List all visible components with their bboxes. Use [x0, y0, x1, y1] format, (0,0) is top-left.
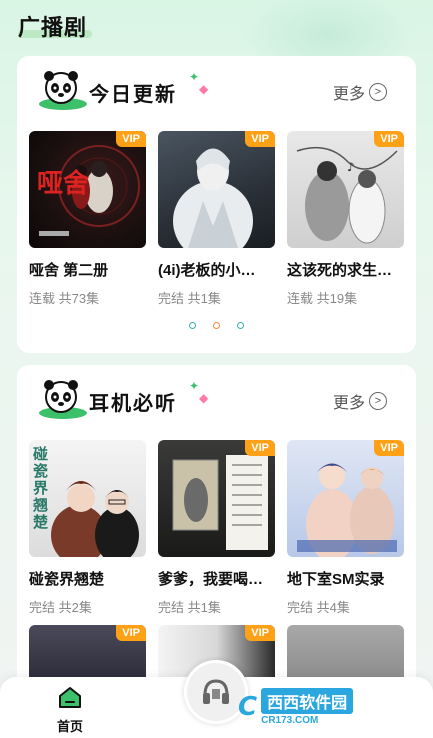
vip-badge: VIP — [116, 625, 146, 641]
vip-badge: VIP — [374, 131, 404, 147]
carousel-indicator — [17, 322, 416, 329]
star-icon: ✦ — [189, 70, 200, 84]
vip-badge: VIP — [245, 625, 275, 641]
chevron-right-icon: > — [369, 392, 387, 410]
drama-item[interactable]: ♪ VIP 这该死的求生… 连载 共19集 — [287, 131, 404, 307]
section-header: 今日更新 ✦ ◆ 更多 > — [37, 68, 397, 112]
drama-title: 地下室SM实录 — [287, 571, 385, 588]
carousel-dot-active[interactable] — [213, 322, 220, 329]
drama-item[interactable]: 碰瓷界翘楚 碰瓷界翘楚 完结 共2集 — [29, 440, 146, 616]
watermark-url: CR173.COM — [261, 715, 319, 726]
drama-item[interactable]: VIP 爹爹，我要喝… 完结 共1集 — [158, 440, 275, 616]
section-title: 耳机必听 — [89, 393, 177, 415]
drama-title: 这该死的求生… — [287, 262, 393, 279]
panda-icon — [39, 71, 87, 110]
star-icon: ◆ — [199, 391, 209, 405]
watermark-main: 西西软件园 — [261, 688, 354, 714]
section-today-updates: 今日更新 ✦ ◆ 更多 > 哑舍 VIP 哑舍 第二册 连载 共73集 VIP … — [17, 56, 416, 353]
drama-title: 爹爹，我要喝… — [158, 571, 264, 588]
vip-badge: VIP — [116, 131, 146, 147]
drama-item[interactable] — [287, 625, 404, 685]
drama-item[interactable]: VIP — [29, 625, 146, 685]
drama-grid: 哑舍 VIP 哑舍 第二册 连载 共73集 VIP (4i)老板的小… 完结 共… — [29, 131, 404, 307]
drama-status: 连载 共19集 — [287, 291, 358, 306]
cover-art — [297, 463, 397, 557]
more-label: 更多 — [332, 395, 365, 412]
vip-badge: VIP — [374, 440, 404, 456]
drama-cover[interactable]: VIP — [29, 625, 146, 685]
drama-grid: 碰瓷界翘楚 碰瓷界翘楚 完结 共2集 VIP 爹爹，我要喝… 完结 共1集 VI… — [29, 440, 404, 616]
drama-status: 连载 共73集 — [29, 291, 100, 306]
drama-item[interactable]: VIP (4i)老板的小… 完结 共1集 — [158, 131, 275, 307]
drama-status: 完结 共1集 — [158, 291, 221, 306]
page-title: 广播剧 — [18, 15, 88, 40]
drama-cover[interactable]: 哑舍 VIP — [29, 131, 146, 248]
more-button[interactable]: 更多 > — [333, 80, 387, 104]
drama-title: (4i)老板的小… — [158, 262, 256, 279]
cover-title: 哑舍 — [37, 168, 90, 198]
chevron-right-icon: > — [369, 83, 387, 101]
section-header: 耳机必听 ✦ ◆ 更多 > — [37, 377, 397, 421]
star-icon: ◆ — [199, 82, 209, 96]
star-icon: ✦ — [189, 379, 200, 393]
drama-cover[interactable]: VIP — [158, 131, 275, 248]
drama-cover[interactable]: ♪ VIP — [287, 131, 404, 248]
drama-item[interactable]: VIP 地下室SM实录 完结 共4集 — [287, 440, 404, 616]
drama-cover[interactable]: 碰瓷界翘楚 — [29, 440, 146, 557]
cover-title: 碰瓷界翘楚 — [33, 446, 49, 531]
drama-status: 完结 共2集 — [29, 600, 92, 615]
cover-art — [173, 148, 253, 248]
drama-title: 哑舍 第二册 — [29, 262, 109, 279]
drama-status: 完结 共4集 — [287, 600, 350, 615]
cover-art — [172, 455, 268, 550]
drama-status: 完结 共1集 — [158, 600, 221, 615]
drama-cover[interactable]: VIP — [287, 440, 404, 557]
nav-home-label: 首页 — [56, 719, 83, 734]
drama-item[interactable]: 哑舍 VIP 哑舍 第二册 连载 共73集 — [29, 131, 146, 307]
more-button[interactable]: 更多 > — [333, 389, 387, 413]
section-title: 今日更新 — [89, 84, 177, 106]
carousel-dot[interactable] — [189, 322, 196, 329]
home-icon — [59, 687, 81, 708]
headphones-icon — [203, 679, 229, 704]
vip-badge: VIP — [245, 440, 275, 456]
watermark-text: 西西软件园 CR173.COM — [261, 688, 354, 726]
drama-cover[interactable] — [287, 625, 404, 685]
nav-home[interactable]: 首页 — [50, 685, 90, 735]
svg-text:♪: ♪ — [347, 160, 355, 174]
watermark: C 西西软件园 CR173.COM — [238, 684, 418, 730]
panda-icon — [39, 380, 87, 419]
cover-art: ♪ — [296, 146, 398, 244]
drama-title: 碰瓷界翘楚 — [29, 571, 105, 588]
drama-cover[interactable]: VIP — [158, 440, 275, 557]
vip-badge: VIP — [245, 131, 275, 147]
carousel-dot[interactable] — [237, 322, 244, 329]
more-label: 更多 — [332, 86, 365, 103]
watermark-logo: C — [238, 692, 258, 722]
